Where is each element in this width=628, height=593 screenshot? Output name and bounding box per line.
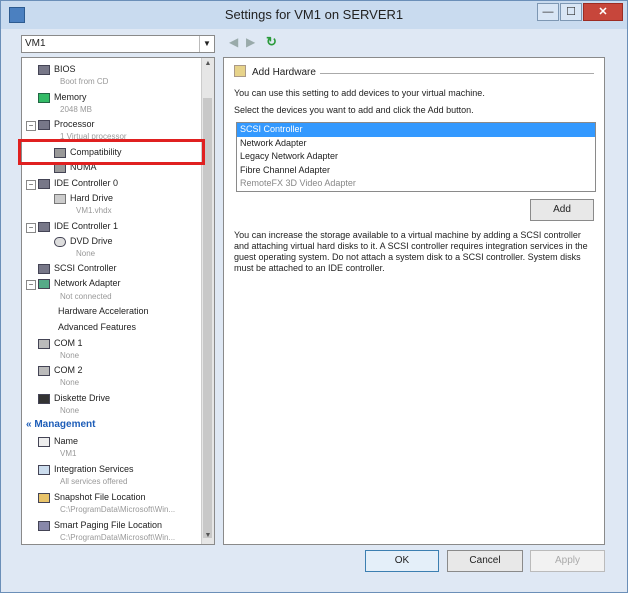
refresh-icon[interactable]: ↻ — [266, 34, 277, 50]
vm-selector[interactable]: VM1 ▼ — [21, 35, 215, 53]
close-button[interactable]: ✕ — [583, 3, 623, 21]
bios-detail: Boot from CD — [60, 77, 109, 86]
tree-item-com2[interactable]: COM 2 — [38, 363, 212, 378]
chevron-down-icon[interactable]: ▼ — [199, 36, 214, 52]
instruction-text: Select the devices you want to add and c… — [234, 105, 474, 115]
list-item[interactable]: Legacy Network Adapter — [237, 150, 595, 164]
hard-drive-detail: VM1.vhdx — [76, 206, 112, 215]
intro-text: You can use this setting to add devices … — [234, 88, 485, 98]
integration-icon — [38, 464, 50, 475]
details-panel: Add Hardware You can use this setting to… — [223, 57, 605, 545]
scroll-down-icon[interactable]: ▼ — [202, 532, 214, 539]
collapse-icon[interactable]: − — [26, 180, 36, 190]
com1-detail: None — [60, 351, 80, 360]
title-divider — [320, 73, 594, 74]
tree-item-com1[interactable]: COM 1 — [38, 336, 212, 351]
name-icon — [38, 436, 50, 447]
dvd-icon — [54, 236, 66, 247]
title-bar[interactable]: Settings for VM1 on SERVER1 — ☐ ✕ — [1, 1, 627, 29]
tree-item-scsi-controller[interactable]: SCSI Controller — [38, 261, 212, 276]
list-item: RemoteFX 3D Video Adapter — [240, 178, 356, 188]
com2-detail: None — [60, 378, 80, 387]
dvd-detail: None — [76, 249, 96, 258]
bios-icon — [38, 64, 50, 75]
snapshot-detail: C:\ProgramData\Microsoft\Win... — [60, 505, 176, 514]
tree-item-name[interactable]: Name — [38, 434, 212, 449]
network-detail: Not connected — [60, 292, 112, 301]
diskette-detail: None — [60, 406, 80, 415]
tree-item-memory[interactable]: Memory — [38, 90, 212, 105]
integration-detail: All services offered — [60, 477, 128, 486]
tree-item-ide-controller-0[interactable]: IDE Controller 0 — [38, 176, 212, 191]
maximize-button[interactable]: ☐ — [560, 3, 582, 21]
diskette-icon — [38, 393, 50, 404]
list-item[interactable]: Fibre Channel Adapter — [237, 164, 595, 178]
scsi-note-text: You can increase the storage available t… — [234, 230, 588, 273]
settings-window: Settings for VM1 on SERVER1 — ☐ ✕ VM1 ▼ … — [0, 0, 628, 593]
back-arrow-icon[interactable]: ◀ — [229, 35, 238, 49]
com-port-icon — [38, 365, 50, 376]
tree-item-snapshot-location[interactable]: Snapshot File Location — [38, 490, 212, 505]
ok-button[interactable]: OK — [365, 550, 439, 572]
add-button[interactable]: Add — [530, 199, 594, 221]
window-title: Settings for VM1 on SERVER1 — [224, 7, 404, 22]
forward-arrow-icon[interactable]: ▶ — [246, 35, 255, 49]
name-detail: VM1 — [60, 449, 77, 458]
panel-title: Add Hardware — [252, 67, 316, 78]
collapse-chevron-icon: « — [26, 419, 32, 430]
network-icon — [38, 278, 50, 289]
tree-item-smart-paging-location[interactable]: Smart Paging File Location — [38, 518, 212, 533]
add-hardware-icon — [234, 65, 246, 77]
vm-selector-value: VM1 — [25, 38, 46, 49]
list-item[interactable]: SCSI Controller — [237, 123, 595, 137]
minimize-button[interactable]: — — [537, 3, 559, 21]
highlight-box — [18, 139, 205, 165]
scroll-up-icon[interactable]: ▲ — [202, 60, 214, 67]
collapse-icon[interactable]: − — [26, 121, 36, 131]
collapse-icon[interactable]: − — [26, 223, 36, 233]
processor-icon — [38, 119, 50, 130]
memory-icon — [38, 92, 50, 103]
tree-item-ide-controller-1[interactable]: IDE Controller 1 — [38, 219, 212, 234]
tree-item-integration-services[interactable]: Integration Services — [38, 462, 212, 477]
tree-item-bios[interactable]: BIOS — [38, 62, 212, 77]
paging-detail: C:\ProgramData\Microsoft\Win... — [60, 533, 176, 542]
ide-controller-icon — [38, 221, 50, 232]
tree-item-hardware-acceleration[interactable]: Hardware Acceleration — [58, 304, 214, 319]
cancel-button[interactable]: Cancel — [447, 550, 523, 572]
memory-detail: 2048 MB — [60, 105, 93, 114]
com-port-icon — [38, 338, 50, 349]
tree-scrollbar[interactable]: ▲ ▼ — [201, 58, 214, 544]
management-header[interactable]: « Management — [26, 419, 95, 430]
device-list[interactable]: SCSI Controller Network Adapter Legacy N… — [236, 122, 596, 192]
tree-item-network-adapter[interactable]: Network Adapter — [38, 276, 212, 291]
tree-item-advanced-features[interactable]: Advanced Features — [58, 320, 214, 335]
scsi-icon — [38, 263, 50, 274]
hardware-tree: BIOS Boot from CD Memory 2048 MB − Proce… — [21, 57, 215, 545]
tree-item-processor[interactable]: Processor — [38, 117, 212, 132]
ide-controller-icon — [38, 178, 50, 189]
apply-button[interactable]: Apply — [530, 550, 605, 572]
tree-item-diskette-drive[interactable]: Diskette Drive — [38, 391, 212, 406]
collapse-icon[interactable]: − — [26, 280, 36, 290]
paging-icon — [38, 520, 50, 531]
hard-drive-icon — [54, 193, 66, 204]
tree-item-dvd-drive[interactable]: DVD Drive — [54, 234, 214, 249]
list-item[interactable]: Network Adapter — [237, 137, 595, 151]
tree-item-hard-drive[interactable]: Hard Drive — [54, 191, 214, 206]
snapshot-icon — [38, 492, 50, 503]
